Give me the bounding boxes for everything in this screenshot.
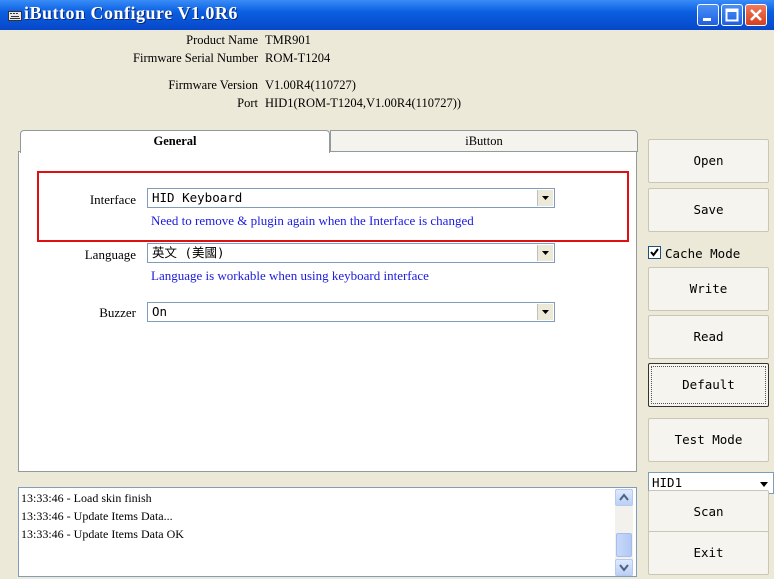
language-select[interactable]: 英文 (美國) [147, 243, 555, 263]
write-button[interactable]: Write [648, 267, 769, 311]
tab-general[interactable]: General [20, 130, 330, 153]
port-label: Port [237, 96, 258, 110]
buzzer-label: Buzzer [99, 305, 136, 320]
check-icon[interactable] [648, 246, 661, 259]
save-button[interactable]: Save [648, 188, 769, 232]
default-button[interactable]: Default [648, 363, 769, 407]
scan-button[interactable]: Scan [648, 490, 769, 534]
buzzer-value: On [152, 304, 168, 319]
tab-ibutton[interactable]: iButton [330, 130, 638, 152]
highlight-box [37, 171, 629, 242]
read-button[interactable]: Read [648, 315, 769, 359]
open-button[interactable]: Open [648, 139, 769, 183]
product-name-label: Product Name [186, 33, 258, 47]
title-bar[interactable]: iButton Configure V1.0R6 [0, 0, 774, 30]
keyboard-icon [8, 9, 22, 21]
maximize-icon[interactable] [721, 4, 743, 26]
version-value: V1.00R4(110727) [265, 78, 356, 92]
buzzer-select[interactable]: On [147, 302, 555, 322]
exit-button[interactable]: Exit [648, 531, 769, 575]
minimize-icon[interactable] [697, 4, 719, 26]
language-value: 英文 (美國) [152, 245, 225, 260]
log-scrollbar[interactable] [615, 489, 633, 576]
port-select-value: HID1 [652, 475, 683, 490]
scroll-up-icon[interactable] [615, 489, 633, 506]
product-name-value: TMR901 [265, 33, 311, 47]
log-line: 13:33:46 - Update Items Data OK [21, 527, 184, 541]
test-mode-button[interactable]: Test Mode [648, 418, 769, 462]
chevron-down-icon[interactable] [537, 245, 553, 261]
log-line: 13:33:46 - Load skin finish [21, 491, 152, 505]
language-hint: Language is workable when using keyboard… [151, 268, 429, 283]
serial-value: ROM-T1204 [265, 51, 331, 65]
cache-mode-label: Cache Mode [665, 246, 741, 261]
window-title: iButton Configure V1.0R6 [24, 3, 238, 23]
log-line: 13:33:46 - Update Items Data... [21, 509, 173, 523]
scroll-thumb[interactable] [616, 533, 632, 557]
serial-label: Firmware Serial Number [133, 51, 258, 65]
scroll-down-icon[interactable] [615, 559, 633, 576]
close-icon[interactable] [745, 4, 767, 26]
chevron-down-icon[interactable] [537, 304, 553, 320]
cache-mode-checkbox[interactable]: Cache Mode [648, 246, 740, 261]
log-panel[interactable]: 13:33:46 - Load skin finish 13:33:46 - U… [18, 487, 637, 577]
language-label: Language [84, 247, 136, 262]
version-label: Firmware Version [168, 78, 258, 92]
port-value: HID1(ROM-T1204,V1.00R4(110727)) [265, 96, 462, 110]
